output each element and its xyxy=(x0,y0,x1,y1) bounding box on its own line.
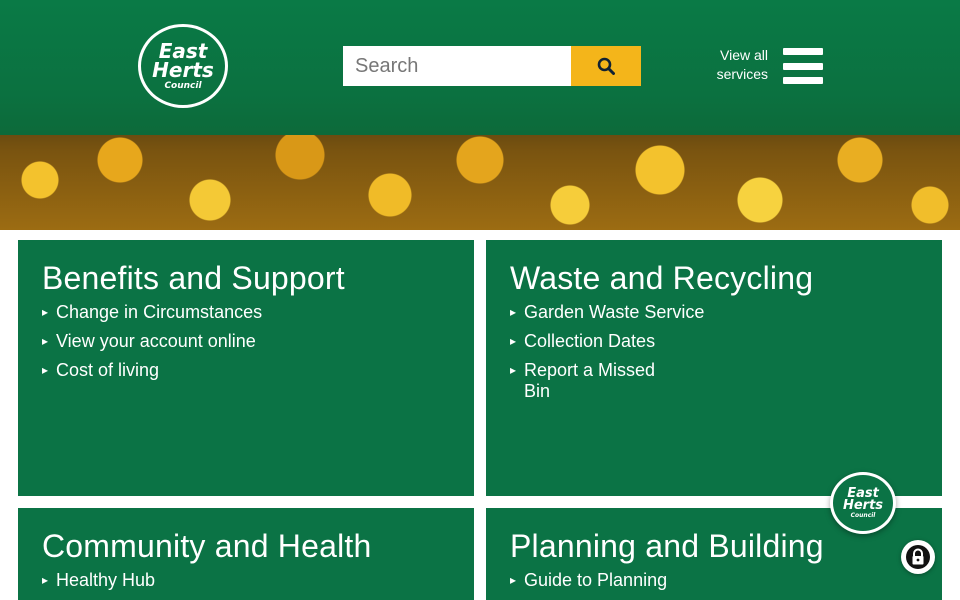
card-title[interactable]: Waste and Recycling xyxy=(510,260,813,297)
logo-text-line2: Herts xyxy=(152,57,214,82)
search-button[interactable] xyxy=(571,46,641,86)
card-title[interactable]: Planning and Building xyxy=(510,528,824,565)
card-link-list: ▸ Guide to Planning xyxy=(510,570,667,599)
card-link-list: ▸ Change in Circumstances ▸ View your ac… xyxy=(42,302,262,389)
caret-right-icon: ▸ xyxy=(510,334,517,348)
chat-badge-line3: Council xyxy=(850,511,876,519)
site-logo[interactable]: East Herts Council xyxy=(138,24,228,108)
list-item: ▸ Report a Missed Bin xyxy=(510,360,704,402)
list-item: ▸ Cost of living xyxy=(42,360,262,381)
view-all-line2: services xyxy=(716,66,768,82)
card-link[interactable]: Garden Waste Service xyxy=(524,302,704,323)
card-link[interactable]: View your account online xyxy=(56,331,256,352)
caret-right-icon: ▸ xyxy=(510,363,517,377)
logo-text-line3: Council xyxy=(164,80,202,91)
card-link[interactable]: Guide to Planning xyxy=(524,570,667,591)
card-community-and-health: Community and Health ▸ Healthy Hub xyxy=(18,508,474,600)
search-input[interactable] xyxy=(343,46,571,86)
card-link[interactable]: Collection Dates xyxy=(524,331,655,352)
card-link-list: ▸ Healthy Hub xyxy=(42,570,155,599)
card-link[interactable]: Change in Circumstances xyxy=(56,302,262,323)
caret-right-icon: ▸ xyxy=(42,363,49,377)
caret-right-icon: ▸ xyxy=(510,573,517,587)
privacy-settings-button[interactable] xyxy=(901,540,935,574)
list-item: ▸ Change in Circumstances xyxy=(42,302,262,323)
caret-right-icon: ▸ xyxy=(510,305,517,319)
hamburger-menu-icon[interactable] xyxy=(783,48,823,84)
list-item: ▸ View your account online xyxy=(42,331,262,352)
lock-icon xyxy=(906,545,930,569)
search-icon xyxy=(597,57,615,75)
card-title[interactable]: Community and Health xyxy=(42,528,371,565)
chat-badge-line2: Herts xyxy=(842,498,884,514)
view-all-services-link[interactable]: View all services xyxy=(700,46,768,84)
caret-right-icon: ▸ xyxy=(42,334,49,348)
view-all-line1: View all xyxy=(720,47,768,63)
list-item: ▸ Garden Waste Service xyxy=(510,302,704,323)
card-title[interactable]: Benefits and Support xyxy=(42,260,345,297)
caret-right-icon: ▸ xyxy=(42,305,49,319)
card-link-list: ▸ Garden Waste Service ▸ Collection Date… xyxy=(510,302,704,410)
list-item: ▸ Guide to Planning xyxy=(510,570,667,591)
card-link[interactable]: Healthy Hub xyxy=(56,570,155,591)
card-waste-and-recycling: Waste and Recycling ▸ Garden Waste Servi… xyxy=(486,240,942,496)
card-benefits-and-support: Benefits and Support ▸ Change in Circums… xyxy=(18,240,474,496)
chat-assistant-button[interactable]: East Herts Council xyxy=(830,472,896,534)
list-item: ▸ Collection Dates xyxy=(510,331,704,352)
card-link[interactable]: Cost of living xyxy=(56,360,159,381)
caret-right-icon: ▸ xyxy=(42,573,49,587)
card-link[interactable]: Report a Missed Bin xyxy=(524,360,684,402)
site-header: East Herts Council View all services xyxy=(0,0,960,230)
list-item: ▸ Healthy Hub xyxy=(42,570,155,591)
